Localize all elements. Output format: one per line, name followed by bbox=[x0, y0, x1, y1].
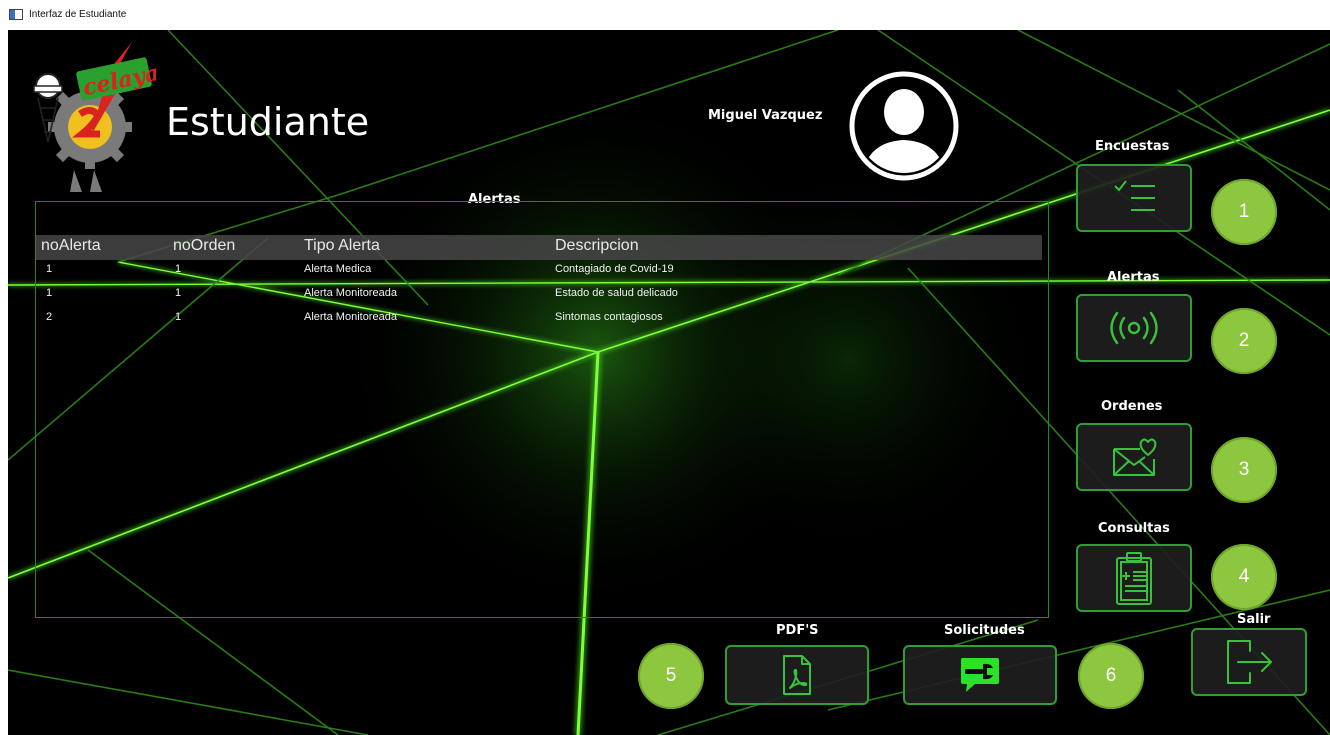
table-cell: 1 bbox=[175, 311, 182, 323]
table-cell: Alerta Monitoreada bbox=[304, 311, 397, 323]
checklist-icon bbox=[1114, 180, 1155, 211]
school-logo: celaya bbox=[33, 42, 156, 192]
ordenes-button[interactable] bbox=[1076, 423, 1192, 491]
app-window-icon bbox=[9, 9, 23, 20]
ordenes-label: Ordenes bbox=[1101, 399, 1163, 414]
badge-2: 2 bbox=[1211, 308, 1277, 374]
consultas-label: Consultas bbox=[1098, 521, 1170, 536]
exit-icon bbox=[1227, 640, 1272, 684]
column-header[interactable]: noAlerta bbox=[41, 237, 101, 255]
window-title: Interfaz de Estudiante bbox=[29, 9, 127, 20]
table-cell: 2 bbox=[46, 311, 53, 323]
table-cell: Alerta Monitoreada bbox=[304, 287, 397, 299]
table-cell: 1 bbox=[175, 287, 182, 299]
salir-label: Salir bbox=[1237, 612, 1271, 627]
encuestas-label: Encuestas bbox=[1095, 139, 1170, 154]
solicitudes-label: Solicitudes bbox=[944, 623, 1025, 638]
salir-button[interactable] bbox=[1191, 628, 1307, 696]
table-cell: 1 bbox=[175, 263, 182, 275]
pdfs-button[interactable] bbox=[725, 645, 869, 705]
alertas-button[interactable] bbox=[1076, 294, 1192, 362]
table-header: noAlerta noOrden Tipo Alerta Descripcion bbox=[36, 235, 1042, 260]
window-titlebar: Interfaz de Estudiante bbox=[0, 0, 1330, 30]
badge-5: 5 bbox=[638, 643, 704, 709]
table-cell: 1 bbox=[46, 263, 53, 275]
table-cell: Alerta Medica bbox=[304, 263, 372, 275]
pdf-file-icon bbox=[783, 655, 811, 695]
chat-wrench-icon bbox=[961, 658, 999, 692]
table-cell: 1 bbox=[46, 287, 53, 299]
user-name: Miguel Vazquez bbox=[708, 108, 823, 123]
table-row[interactable]: 2 1 Alerta Monitoreada Sintomas contagio… bbox=[36, 308, 1042, 332]
badge-3: 3 bbox=[1211, 437, 1277, 503]
badge-1: 1 bbox=[1211, 179, 1277, 245]
page-title: Estudiante bbox=[166, 100, 370, 144]
badge-4: 4 bbox=[1211, 544, 1277, 610]
table-row[interactable]: 1 1 Alerta Medica Contagiado de Covid-19 bbox=[36, 260, 1042, 284]
pdfs-label: PDF'S bbox=[776, 623, 819, 638]
column-header[interactable]: noOrden bbox=[173, 237, 235, 255]
column-header[interactable]: Tipo Alerta bbox=[304, 237, 380, 255]
encuestas-button[interactable] bbox=[1076, 164, 1192, 232]
clipboard-icon bbox=[1116, 552, 1152, 605]
broadcast-icon bbox=[1110, 311, 1158, 345]
table-cell: Sintomas contagiosos bbox=[555, 311, 663, 323]
user-avatar-icon[interactable] bbox=[848, 70, 960, 182]
student-window: celaya Estudiante Miguel Vazquez Alertas… bbox=[8, 30, 1330, 735]
alerts-table[interactable]: noAlerta noOrden Tipo Alerta Descripcion… bbox=[35, 201, 1049, 618]
column-header[interactable]: Descripcion bbox=[555, 237, 639, 255]
table-row[interactable]: 1 1 Alerta Monitoreada Estado de salud d… bbox=[36, 284, 1042, 308]
solicitudes-button[interactable] bbox=[903, 645, 1057, 705]
consultas-button[interactable] bbox=[1076, 544, 1192, 612]
alertas-label: Alertas bbox=[1107, 270, 1160, 285]
table-cell: Contagiado de Covid-19 bbox=[555, 263, 674, 275]
mail-heart-icon bbox=[1113, 438, 1157, 476]
badge-6: 6 bbox=[1078, 643, 1144, 709]
table-cell: Estado de salud delicado bbox=[555, 287, 678, 299]
